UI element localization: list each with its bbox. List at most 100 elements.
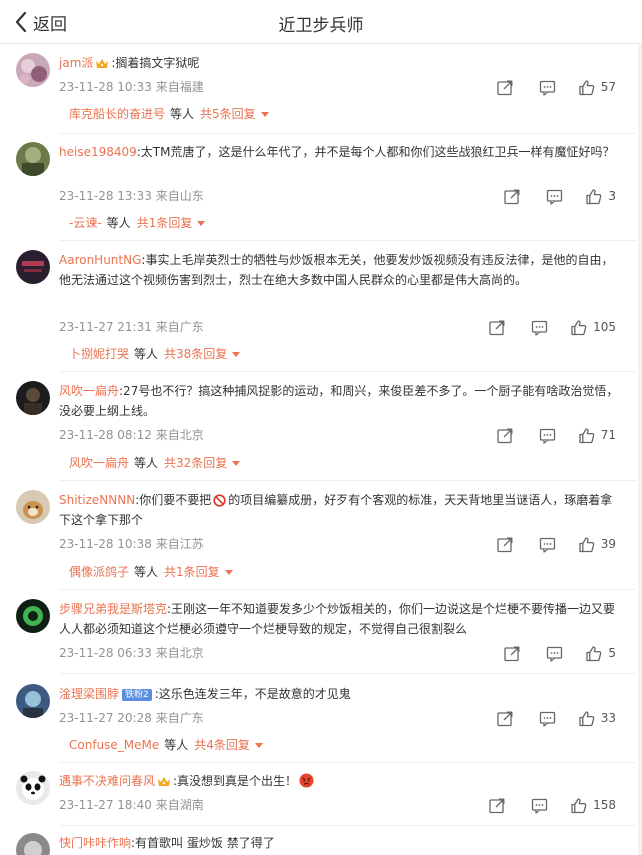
comment-meta: 23-11-28 13:33 来自山东 — [59, 188, 204, 204]
comment-username[interactable]: 步骤兄弟我是斯塔克 — [59, 602, 167, 616]
comment-username[interactable]: ShitizeNNNN — [59, 493, 135, 507]
comment-username[interactable]: heise198409 — [59, 145, 137, 159]
avatar[interactable] — [16, 599, 50, 633]
like-count: 57 — [600, 80, 616, 94]
comment-time: 23-11-28 10:38 — [59, 537, 152, 551]
share-button[interactable] — [496, 710, 513, 727]
share-button[interactable] — [488, 319, 505, 336]
avatar[interactable] — [16, 250, 50, 284]
reply-username[interactable]: 风吹一扁舟 — [69, 454, 129, 472]
comment-body: :有首歌叫 蛋炒饭 禁了得了 — [131, 836, 275, 850]
comment-body: :27号也不行？搞这种捕风捉影的运动，和周兴，来俊臣差不多了。一个厨子能有啥政治… — [59, 384, 619, 418]
reply-username[interactable]: 卜捌妮打哭 — [69, 345, 129, 363]
comment-icon — [547, 189, 563, 205]
replies-summary[interactable]: 偶像派鸽子 等人 共1条回复 — [59, 563, 233, 581]
comment-text: 淦理梁围脖 铁粉2:这乐色连发三年，不是故意的才见鬼 — [59, 684, 620, 704]
comment-icon — [547, 646, 563, 662]
share-button[interactable] — [496, 536, 513, 553]
like-button[interactable]: 105 — [570, 319, 616, 336]
reply-username[interactable]: 偶像派鸽子 — [69, 563, 129, 581]
reply-count[interactable]: 共1条回复 — [164, 563, 220, 581]
share-icon — [497, 80, 513, 95]
divider — [59, 825, 636, 826]
comment-username[interactable]: 遇事不决难问春风 — [59, 774, 155, 788]
like-button[interactable]: 33 — [578, 710, 616, 727]
caret-down-icon — [197, 220, 206, 226]
reply-button[interactable] — [539, 710, 556, 727]
share-button[interactable] — [496, 427, 513, 444]
comment-username[interactable]: 快门咔咔作响 — [59, 836, 131, 850]
crown-icon — [158, 777, 171, 786]
comment-location: 来自福建 — [155, 80, 204, 94]
like-button[interactable]: 158 — [570, 797, 616, 814]
comment-meta: 23-11-27 20:28 来自广东 — [59, 710, 204, 726]
comment-username[interactable]: 风吹一扁舟 — [59, 384, 119, 398]
reply-etc: 等人 — [134, 347, 159, 361]
reply-button[interactable] — [546, 645, 563, 662]
comment-time: 23-11-28 08:12 — [59, 428, 152, 442]
avatar[interactable] — [16, 381, 50, 415]
comment-location: 来自江苏 — [155, 537, 204, 551]
reply-count[interactable]: 共38条回复 — [164, 345, 227, 363]
share-icon — [497, 428, 513, 443]
share-button[interactable] — [488, 797, 505, 814]
replies-summary[interactable]: 卜捌妮打哭 等人 共38条回复 — [59, 345, 241, 363]
share-button[interactable] — [496, 79, 513, 96]
like-button[interactable]: 5 — [585, 645, 616, 662]
comment-username[interactable]: jam派 — [59, 56, 93, 70]
scrollbar[interactable] — [638, 45, 642, 855]
like-button[interactable]: 3 — [585, 188, 616, 205]
comment-text: 遇事不决难问春风:真没想到真是个出生！ — [59, 771, 620, 791]
page-title: 近卫步兵师 — [278, 16, 364, 36]
comment-username[interactable]: 淦理梁围脖 — [59, 687, 119, 701]
reply-username[interactable]: Confuse_MeMe — [69, 736, 159, 754]
reply-button[interactable] — [539, 427, 556, 444]
replies-summary[interactable]: 风吹一扁舟 等人 共32条回复 — [59, 454, 241, 472]
comment-meta: 23-11-28 08:12 来自北京 — [59, 427, 204, 443]
reply-username[interactable]: -云谏- — [69, 214, 102, 232]
avatar[interactable] — [16, 142, 50, 176]
avatar[interactable] — [16, 771, 50, 805]
like-count: 5 — [608, 646, 616, 660]
reply-button[interactable] — [539, 79, 556, 96]
divider — [59, 371, 636, 372]
comment-text: AaronHuntNG:事实上毛岸英烈士的牺牲与炒饭根本无关，他要发炒饭视频没有… — [59, 250, 620, 290]
reply-count[interactable]: 共32条回复 — [164, 454, 227, 472]
comment-location: 来自广东 — [155, 320, 204, 334]
comment-username[interactable]: AaronHuntNG — [59, 253, 141, 267]
reply-count[interactable]: 共4条回复 — [194, 736, 250, 754]
comment-time: 23-11-27 21:31 — [59, 320, 152, 334]
like-button[interactable]: 71 — [578, 427, 616, 444]
comment-icon — [539, 428, 555, 444]
replies-summary[interactable]: 库克船长的奋进号 等人 共5条回复 — [59, 105, 269, 123]
avatar[interactable] — [16, 53, 50, 87]
share-button[interactable] — [503, 188, 520, 205]
avatar[interactable] — [16, 833, 50, 855]
avatar[interactable] — [16, 490, 50, 524]
share-icon — [497, 711, 513, 726]
divider — [59, 762, 636, 763]
comment-time: 23-11-28 06:33 — [59, 646, 152, 660]
reply-count[interactable]: 共5条回复 — [200, 105, 256, 123]
like-count: 158 — [593, 798, 616, 812]
reply-button[interactable] — [546, 188, 563, 205]
share-button[interactable] — [503, 645, 520, 662]
replies-summary[interactable]: -云谏- 等人 共1条回复 — [59, 214, 206, 232]
comment-location: 来自北京 — [155, 646, 204, 660]
reply-username[interactable]: 库克船长的奋进号 — [69, 105, 165, 123]
reply-button[interactable] — [531, 319, 548, 336]
share-icon — [489, 798, 505, 813]
comment-body: :太TM荒唐了，这是什么年代了，并不是每个人都和你们这些战狼红卫兵一样有魔怔好吗… — [136, 145, 615, 159]
like-button[interactable]: 57 — [578, 79, 616, 96]
avatar[interactable] — [16, 684, 50, 718]
comment-text: 快门咔咔作响:有首歌叫 蛋炒饭 禁了得了 — [59, 833, 620, 853]
comment-text: heise198409:太TM荒唐了，这是什么年代了，并不是每个人都和你们这些战… — [59, 142, 620, 162]
reply-count[interactable]: 共1条回复 — [137, 214, 193, 232]
replies-summary[interactable]: Confuse_MeMe 等人 共4条回复 — [59, 736, 263, 754]
reply-button[interactable] — [539, 536, 556, 553]
like-button[interactable]: 39 — [578, 536, 616, 553]
reply-button[interactable] — [531, 797, 548, 814]
thumbs-up-icon — [579, 710, 595, 726]
comment-icon — [531, 798, 548, 814]
comment-time: 23-11-27 18:40 — [59, 798, 152, 812]
